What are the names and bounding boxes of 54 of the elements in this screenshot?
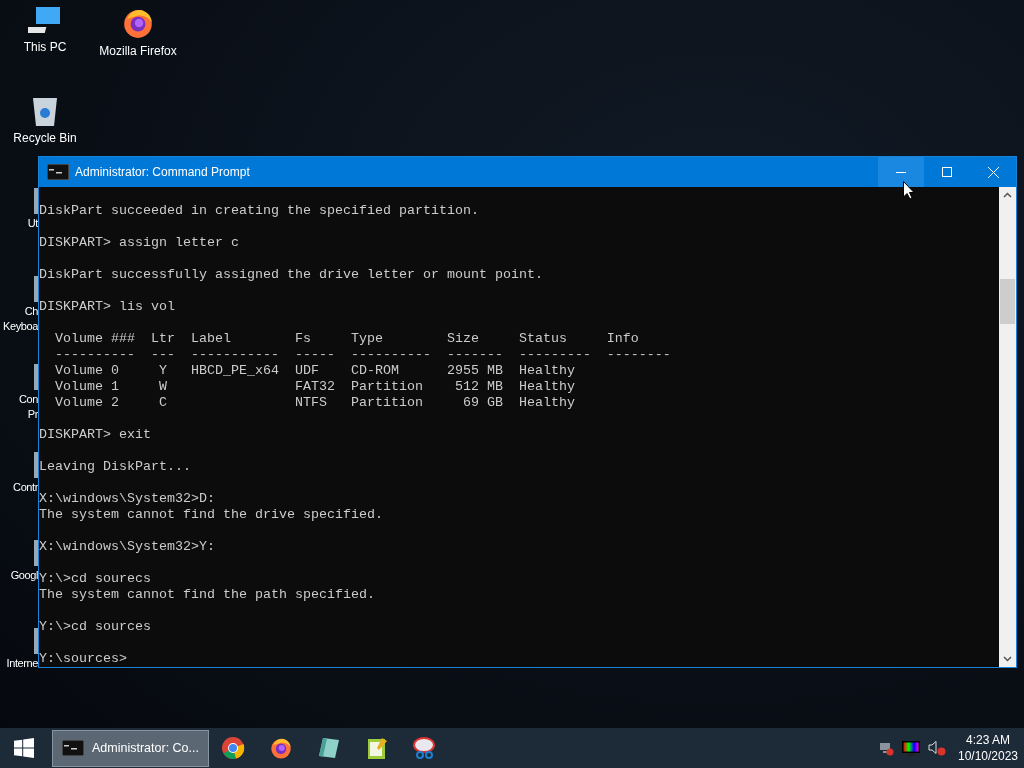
console-line: X:\windows\System32>Y: bbox=[39, 539, 215, 555]
console-line: ---------- --- ----------- ----- ---------- ------- --------- -------- bbox=[54, 347, 671, 363]
desktop-icon-label[interactable]: Ut bbox=[27, 216, 38, 231]
console-line: Volume 0 Y HBCD_PE_x64 UDF CD-ROM 2955 MB Healthy bbox=[54, 363, 575, 379]
clock-date: 10/10/2023 bbox=[957, 748, 1019, 764]
desktop-icon-label[interactable]: Keyboa bbox=[3, 319, 38, 334]
network-disconnected-icon[interactable] bbox=[878, 740, 894, 756]
desktop-icon-label[interactable]: Recycle Bin bbox=[13, 131, 77, 145]
clock[interactable]: 4:23 AM 10/10/2023 bbox=[952, 732, 1024, 764]
console-line: DISKPART> assign letter c bbox=[39, 235, 239, 251]
scroll-down-icon[interactable] bbox=[1003, 656, 1012, 662]
desktop-icon-label[interactable]: This PC bbox=[23, 40, 67, 54]
console-line: DISKPART> lis vol bbox=[39, 299, 175, 315]
console-line: Volume ### Ltr Label Fs Type Size Status Info bbox=[54, 331, 639, 347]
recycle-bin-icon bbox=[31, 95, 59, 127]
scroll-up-icon[interactable] bbox=[1003, 192, 1012, 198]
maximize-icon bbox=[942, 167, 952, 177]
chrome-icon bbox=[221, 736, 245, 760]
console-line: Y:\sources> bbox=[39, 651, 127, 667]
console-line: Volume 1 W FAT32 Partition 512 MB Healthy bbox=[54, 379, 575, 395]
desktop-icon-label[interactable]: Mozilla Firefox bbox=[99, 44, 177, 58]
terminal-icon bbox=[62, 740, 84, 756]
desktop-icon-label[interactable]: Pr bbox=[27, 407, 38, 422]
notepad-icon bbox=[365, 736, 389, 760]
console-line: Y:\>cd sources bbox=[39, 619, 151, 635]
mouse-pointer-icon bbox=[903, 181, 915, 200]
close-icon bbox=[987, 166, 999, 178]
clock-time: 4:23 AM bbox=[966, 732, 1010, 748]
minimize-icon bbox=[896, 171, 906, 173]
desktop-icon-label[interactable]: Con bbox=[19, 392, 38, 407]
scrollbar-thumb[interactable] bbox=[1000, 279, 1015, 324]
console-line: The system cannot find the path specified. bbox=[39, 587, 375, 603]
terminal-icon bbox=[47, 164, 69, 180]
desktop-icon-label[interactable]: Interne bbox=[6, 656, 38, 671]
console-line: The system cannot find the drive specified. bbox=[39, 507, 383, 523]
scissors-icon bbox=[412, 736, 438, 760]
firefox-icon bbox=[269, 736, 293, 760]
console-line: Volume 2 C NTFS Partition 69 GB Healthy bbox=[54, 395, 575, 411]
window-title: Administrator: Command Prompt bbox=[75, 164, 250, 181]
desktop-icon-label[interactable]: Googl bbox=[10, 568, 38, 583]
console-line: DISKPART> exit bbox=[39, 427, 151, 443]
notebook-icon bbox=[317, 736, 341, 760]
console-line: Y:\>cd sourecs bbox=[39, 571, 151, 587]
console-line: X:\windows\System32>D: bbox=[39, 491, 215, 507]
desktop-icon-label[interactable]: Contr bbox=[13, 480, 38, 495]
windows-logo-icon bbox=[14, 738, 34, 758]
console-line: DiskPart succeeded in creating the specified partition. bbox=[39, 203, 479, 219]
computer-icon bbox=[28, 6, 62, 36]
muted-speaker-icon[interactable] bbox=[928, 740, 946, 756]
taskbar-window-button[interactable]: Administrator: Co... bbox=[52, 729, 209, 767]
console-line: DiskPart successfully assigned the drive letter or mount point. bbox=[39, 267, 543, 283]
display-icon[interactable] bbox=[902, 740, 920, 756]
console-line: Leaving DiskPart... bbox=[39, 459, 191, 475]
desktop-icon-label[interactable]: Ch bbox=[24, 304, 38, 319]
